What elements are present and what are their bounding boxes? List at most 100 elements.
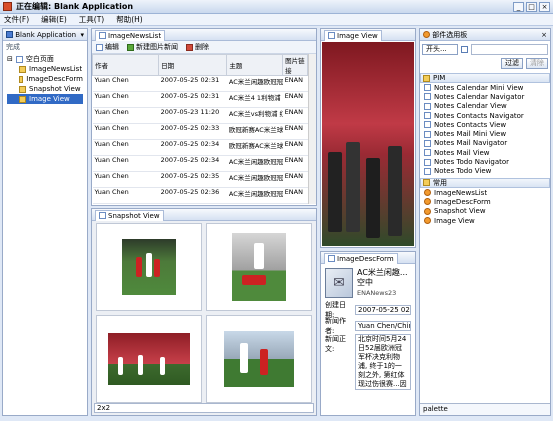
source-label: ENANews23 — [356, 289, 397, 297]
palette-section-common[interactable]: 常用 — [420, 177, 550, 188]
tree-node-snapshot-view[interactable]: Snapshot View — [7, 84, 83, 94]
palette-item[interactable]: Snapshot View — [420, 207, 550, 216]
clear-button[interactable]: 清除 — [526, 58, 548, 69]
tab-imagenewslist[interactable]: ImageNewsList — [95, 29, 166, 41]
filter-input[interactable] — [471, 44, 548, 55]
palette-item[interactable]: Notes Mail Navigator — [420, 139, 550, 148]
palette-item[interactable]: Notes Todo Navigator — [420, 157, 550, 166]
table-cell: AC米兰闲趣欧冠冠军杯 — [226, 171, 283, 188]
news-photo — [122, 239, 176, 295]
created-date-field[interactable]: 2007-05-25 02:3 — [355, 305, 411, 315]
minimize-button[interactable]: _ — [513, 2, 524, 12]
component-icon — [424, 217, 431, 224]
tab-snapshot-view[interactable]: Snapshot View — [95, 209, 164, 221]
column-header-subject[interactable]: 主题 — [226, 54, 284, 76]
author-field[interactable]: Yuan Chen/Chinu — [355, 321, 411, 331]
table-cell: 2007-05-25 02:31 — [158, 91, 227, 108]
table-row[interactable]: Yuan Chen2007-05-25 02:36AC米兰闲趣欧冠冠军杯ENAN — [92, 187, 308, 204]
palette-item[interactable]: Notes Todo View — [420, 167, 550, 176]
palette-section-pim[interactable]: PIM — [420, 73, 550, 83]
palette-item[interactable]: Notes Calendar View — [420, 102, 550, 111]
delete-button[interactable]: 删除 — [186, 42, 209, 52]
body-field[interactable]: 北京时间5月24日52届欧洲冠军杯决克利物浦, 终于1的一刻之外, 第红体现过伤… — [355, 334, 411, 390]
palette-footer[interactable]: palette — [420, 403, 550, 415]
snapshot-thumbnail[interactable] — [206, 315, 312, 403]
snapshot-thumbnail[interactable] — [96, 315, 202, 403]
snapshot-view-panel: Snapshot View 2x2 — [91, 208, 317, 416]
folder-icon — [423, 179, 430, 187]
palette-item[interactable]: Notes Contacts View — [420, 120, 550, 129]
component-icon — [424, 93, 431, 101]
snapshot-thumbnail[interactable] — [206, 223, 312, 311]
table-row[interactable]: Yuan Chen2007-05-25 02:31AC米兰4 1利物浦 罗纳EN… — [92, 91, 308, 108]
table-cell: Yuan Chen — [92, 91, 159, 108]
table-row[interactable]: Yuan Chen2007-05-25 02:34AC米兰闲趣欧冠冠军杯ENAN — [92, 155, 308, 172]
status-text: 完成 — [6, 43, 20, 51]
column-header-date[interactable]: 日期 — [158, 54, 228, 76]
palette-item[interactable]: Notes Calendar Mini View — [420, 83, 550, 92]
palette-item[interactable]: Image View — [420, 216, 550, 225]
table-cell: AC米兰闲趣欧冠冠军杯 — [226, 155, 283, 172]
edit-button[interactable]: 编辑 — [96, 42, 119, 52]
tree-node-root[interactable]: ⊟ 空白页面 — [7, 54, 83, 64]
table-row[interactable]: Yuan Chen2007-05-25 02:35AC米兰闲趣欧冠冠军杯ENAN — [92, 171, 308, 188]
tab-image-view[interactable]: Image View — [324, 29, 382, 41]
view-icon — [328, 32, 335, 39]
table-cell: Yuan Chen — [92, 107, 159, 124]
palette-item[interactable]: Notes Contacts Navigator — [420, 111, 550, 120]
tree-node-imagenewslist[interactable]: ImageNewsList — [7, 64, 83, 74]
component-icon — [424, 121, 431, 129]
news-photo — [232, 233, 286, 301]
layout-select[interactable]: 2x2 — [94, 403, 314, 413]
maximize-button[interactable]: □ — [526, 2, 537, 12]
column-header-author[interactable]: 作者 — [92, 54, 160, 76]
news-scrollbar[interactable] — [308, 54, 316, 204]
table-cell: 2007-05-23 11:20 — [158, 107, 227, 124]
palette-item[interactable]: ImageDescForm — [420, 197, 550, 206]
filter-select[interactable]: 开头... — [422, 44, 458, 55]
table-cell: Yuan Chen — [92, 139, 159, 156]
table-row[interactable]: Yuan Chen2007-05-25 02:31AC米兰闲趣欧冠冠军杯ENAN — [92, 75, 308, 92]
news-toolbar: 编辑 新建图片新闻 删除 — [92, 41, 316, 54]
panel-menu-icon[interactable]: ▾ — [80, 31, 84, 39]
palette-item[interactable]: ImageNewsList — [420, 188, 550, 197]
table-cell: ENAN — [282, 91, 308, 108]
application-panel-header: Blank Application ▾ — [3, 29, 87, 41]
menu-file[interactable]: 文件(F) — [4, 14, 29, 25]
table-row[interactable]: Yuan Chen2007-05-25 02:34欧冠新赛AC米兰球员ENAN — [92, 139, 308, 156]
table-cell: 2007-05-25 02:34 — [158, 139, 227, 156]
component-icon — [19, 95, 26, 103]
component-icon — [19, 75, 24, 83]
filter-button[interactable]: 过滤 — [501, 58, 523, 69]
component-icon — [424, 207, 431, 215]
table-row[interactable]: Yuan Chen2007-05-25 02:33欧冠新赛AC米兰球队ENAN — [92, 123, 308, 140]
folder-icon — [423, 74, 430, 82]
window-title: 正在编辑: Blank Application — [16, 2, 134, 11]
component-icon — [424, 102, 431, 110]
table-cell: ENAN — [282, 107, 308, 124]
palette-item[interactable]: Notes Mail Mini View — [420, 129, 550, 138]
snapshot-thumbnail[interactable] — [96, 223, 202, 311]
application-icon — [6, 31, 13, 38]
tree-node-imagedescform[interactable]: ImageDescForm — [7, 74, 83, 84]
column-header-image-link[interactable]: 图片链接 — [282, 54, 308, 76]
application-panel: Blank Application ▾ 完成 ⊟ 空白页面 ImageNewsLi… — [2, 28, 88, 416]
close-button[interactable]: × — [539, 2, 550, 12]
palette-item[interactable]: Notes Mail View — [420, 148, 550, 157]
palette-panel: 部件选用板 × 开头... 过滤 清除 PIM Notes Calendar M… — [419, 28, 551, 416]
new-image-news-button[interactable]: 新建图片新闻 — [127, 42, 178, 52]
edit-icon — [96, 43, 103, 51]
chevron-down-icon[interactable] — [461, 46, 468, 53]
main-photo — [322, 42, 414, 246]
menu-edit[interactable]: 编辑(E) — [41, 14, 67, 25]
palette-item[interactable]: Notes Calendar Navigator — [420, 92, 550, 101]
menu-help[interactable]: 帮助(H) — [116, 14, 143, 25]
tab-imagedescform[interactable]: ImageDescForm — [324, 252, 398, 264]
collapse-icon[interactable]: ⊟ — [7, 55, 13, 63]
menu-tools[interactable]: 工具(T) — [79, 14, 104, 25]
snapshot-grid — [96, 223, 312, 403]
tree-node-image-view[interactable]: Image View — [7, 94, 83, 104]
table-row[interactable]: Yuan Chen2007-05-23 11:20AC米兰vs利物浦 红军ENA… — [92, 107, 308, 124]
news-photo — [108, 333, 190, 385]
close-icon[interactable]: × — [541, 31, 547, 39]
